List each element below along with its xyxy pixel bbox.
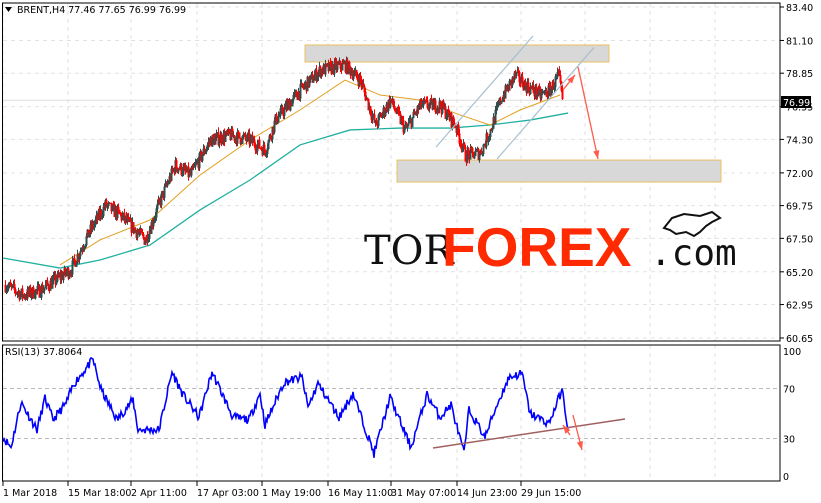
current-price-label: 76.99 <box>783 98 810 109</box>
price-zone <box>304 44 610 63</box>
x-tick-label: 14 Jun 23:00 <box>457 488 517 499</box>
y-tick-label: 81.10 <box>786 36 813 47</box>
x-tick-label: 1 Mar 2018 <box>3 488 57 499</box>
x-tick-label: 15 Mar 18:00 <box>68 488 131 499</box>
y-tick-label: 65.20 <box>786 268 813 279</box>
rsi-y-tick-label: 0 <box>783 472 789 483</box>
x-tick-label: 17 Apr 03:00 <box>197 488 259 499</box>
rsi-line <box>2 356 569 458</box>
trading-chart[interactable]: TOR FOREX .com 83.4081.1078.8576.5574.30… <box>0 0 821 503</box>
rsi-y-tick-label: 100 <box>783 347 801 358</box>
y-tick-label: 60.65 <box>786 334 813 345</box>
y-tick-label: 69.75 <box>786 202 813 213</box>
y-tick-label: 83.40 <box>786 3 813 14</box>
rsi-pane <box>2 356 626 458</box>
channel-line <box>496 47 595 160</box>
logo-forex: FOREX <box>442 216 632 278</box>
torforex-logo: TOR FOREX .com <box>364 210 737 278</box>
x-tick-label: 2 Apr 11:00 <box>131 488 187 499</box>
x-tick-label: 16 May 11:00 <box>328 488 393 499</box>
symbol-label: BRENT,H4 77.46 77.65 76.99 76.99 <box>17 5 186 16</box>
y-tick-label: 78.85 <box>786 69 813 80</box>
y-tick-label: 72.00 <box>786 169 813 180</box>
rsi-label: RSI(13) 37.8064 <box>5 347 82 358</box>
x-tick-label: 1 May 19:00 <box>262 488 321 499</box>
arrow-head-icon <box>576 441 583 450</box>
rsi-y-tick-label: 70 <box>783 385 795 396</box>
logo-com: .com <box>650 233 737 274</box>
rsi-y-tick-label: 30 <box>783 435 795 446</box>
y-tick-label: 62.95 <box>786 301 813 312</box>
dropdown-icon[interactable] <box>5 7 12 12</box>
x-tick-label: 31 May 07:00 <box>391 488 456 499</box>
y-tick-label: 67.50 <box>786 234 813 245</box>
arrow-line <box>577 66 599 160</box>
y-tick-label: 74.30 <box>786 135 813 146</box>
x-tick-label: 29 Jun 15:00 <box>521 488 581 499</box>
rsi-trendline <box>432 418 626 449</box>
price-zone <box>396 159 722 183</box>
